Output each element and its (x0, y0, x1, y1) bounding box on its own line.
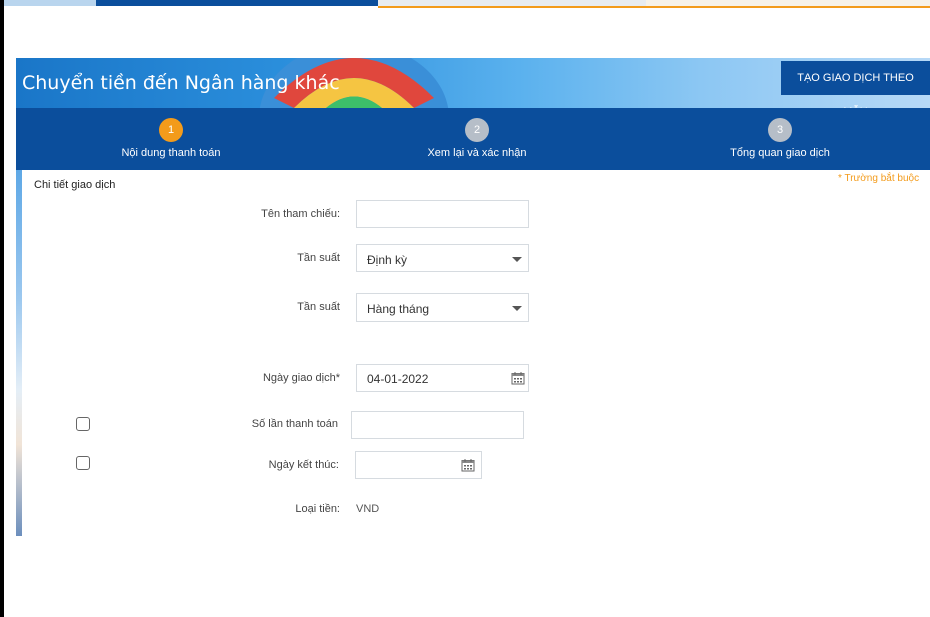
step-number-badge: 2 (465, 118, 489, 142)
page-title: Chuyển tiền đến Ngân hàng khác (22, 72, 340, 94)
step-label: Nội dung thanh toán (121, 147, 221, 159)
top-strip-segment (646, 0, 930, 8)
decorative-side-strip (16, 170, 22, 536)
calendar-icon[interactable] (461, 458, 475, 472)
frequency-select[interactable]: Định kỳ (356, 244, 529, 272)
required-fields-note: * Trường bắt buộc (838, 173, 920, 184)
frequency-value: Định kỳ (367, 253, 408, 267)
transaction-date-input[interactable]: 04-01-2022 (356, 364, 529, 392)
chevron-down-icon (512, 257, 522, 262)
end-date-input[interactable] (355, 451, 482, 479)
top-strip-segment (4, 0, 96, 6)
step-number-badge: 1 (159, 118, 183, 142)
frequency-period-value: Hàng tháng (367, 302, 430, 316)
top-strip-segment (378, 0, 646, 8)
frequency-period-select[interactable]: Hàng tháng (356, 293, 529, 322)
payment-count-input[interactable] (351, 411, 524, 439)
calendar-icon[interactable] (511, 371, 525, 385)
top-strip-segment (96, 0, 378, 6)
page-banner: Chuyển tiền đến Ngân hàng khác TẠO GIAO … (16, 58, 930, 108)
step-3: 3 Tổng quan giao dịch (670, 118, 890, 159)
end-date-label: Ngày kết thúc: (268, 459, 339, 471)
step-number-badge: 3 (768, 118, 792, 142)
step-label: Xem lại và xác nhận (427, 147, 527, 159)
reference-name-input[interactable] (356, 200, 529, 228)
frequency-period-label: Tần suất (297, 301, 340, 313)
step-2: 2 Xem lại và xác nhận (367, 118, 587, 159)
section-title: Chi tiết giao dịch (34, 179, 116, 191)
currency-label: Loại tiền: (295, 503, 340, 515)
payment-count-label: Số lần thanh toán (251, 418, 338, 430)
payment-count-checkbox[interactable] (76, 417, 90, 431)
window-frame-edge (0, 0, 4, 617)
chevron-down-icon (512, 306, 522, 311)
transaction-date-label: Ngày giao dịch* (262, 372, 340, 384)
step-label: Tổng quan giao dịch (730, 147, 830, 159)
progress-stepper: 1 Nội dung thanh toán 2 Xem lại và xác n… (16, 108, 930, 170)
create-from-template-button[interactable]: TẠO GIAO DỊCH THEO MẪU (781, 61, 930, 108)
frequency-label: Tần suất (297, 252, 340, 264)
currency-value: VND (356, 503, 380, 515)
reference-name-label: Tên tham chiếu: (261, 208, 340, 220)
transaction-date-value: 04-01-2022 (367, 372, 429, 386)
end-date-checkbox[interactable] (76, 456, 90, 470)
top-tab-strip (0, 0, 930, 8)
step-1: 1 Nội dung thanh toán (61, 118, 281, 159)
